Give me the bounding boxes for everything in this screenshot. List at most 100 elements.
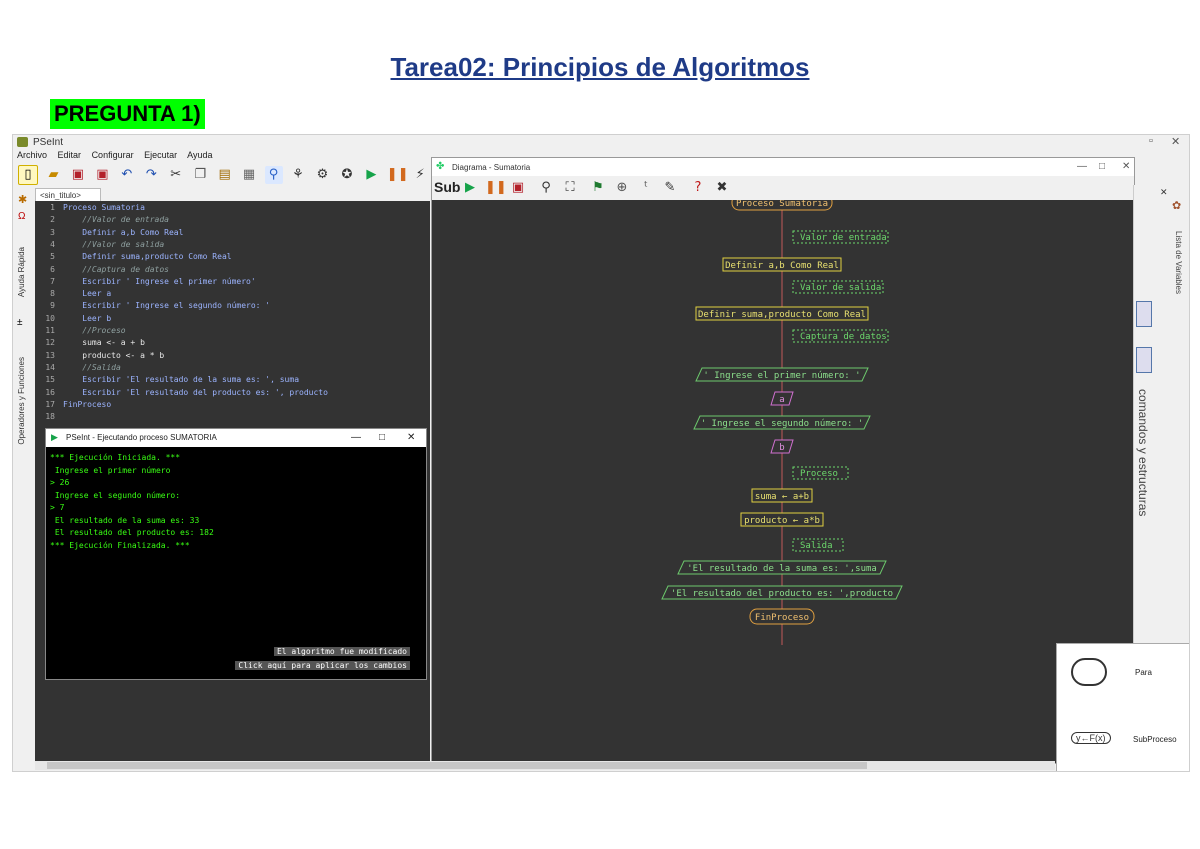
flowchart-canvas[interactable]: Proceso Sumatoria Valor de entrada Defin… [432,194,1134,763]
line-number: 3 [50,227,55,237]
flowchart-icon[interactable]: ⚡ [411,166,429,184]
execution-console[interactable]: ▶ PSeInt - Ejecutando proceso SUMATORIA … [45,428,427,680]
sub-button[interactable]: Sub [434,179,460,195]
code-line[interactable]: 7 Escribir ' Ingrese el primer número' [35,277,255,289]
code-line[interactable]: 2 //Valor de entrada [35,215,169,227]
para-label[interactable]: Para [1135,668,1152,677]
scrollbar-thumb[interactable] [47,762,867,769]
fc-save-icon[interactable]: ▣ [509,179,527,197]
pseint-screenshot: PSeInt ▫ ✕ Archivo Editar Configurar Eje… [12,134,1190,772]
code-line[interactable]: 8 Leer a [35,289,111,301]
step-icon[interactable]: ⚙ [313,166,331,184]
open-folder-icon[interactable]: ▰ [44,166,62,184]
menu-configurar[interactable]: Configurar [92,150,134,160]
fc-close-icon[interactable]: ✕ [1122,161,1130,172]
menu-archivo[interactable]: Archivo [17,150,47,160]
line-number: 6 [50,264,55,274]
code-line[interactable]: 18 [35,412,63,424]
question-label: PREGUNTA 1) [50,99,205,129]
fc-var-icon[interactable]: ⊕ [613,179,631,197]
variables-icon[interactable]: ✿ [1172,199,1181,212]
code-line[interactable]: 14 //Salida [35,362,120,375]
console-line: > 26 [50,478,70,487]
code-line[interactable]: 1 Proceso Sumatoria [35,203,145,215]
code-text: //Captura de datos [63,264,169,274]
code-line[interactable]: 3 Definir a,b Como Real [35,228,183,240]
paste-icon[interactable]: ▤ [216,166,234,184]
code-line[interactable]: 4 //Valor de salida [35,240,164,252]
indent-icon[interactable]: ⚘ [289,166,307,184]
subproceso-icon[interactable]: y←F(x) [1071,732,1111,744]
para-icon[interactable] [1071,658,1107,686]
subproceso-label[interactable]: SubProceso [1133,735,1177,744]
run-icon[interactable]: ▶ [362,166,380,184]
save-as-icon[interactable]: ▣ [93,166,111,184]
code-text: //Valor de salida [63,239,165,249]
operators-icon[interactable]: Ω [18,211,25,222]
close-icon[interactable]: ✕ [1171,135,1180,148]
read-b-text: b [779,443,784,453]
line-number: 10 [45,313,55,323]
code-line[interactable]: 13 producto <- a * b [35,351,164,363]
code-line[interactable]: 10 Leer b [35,314,111,326]
code-line[interactable]: 15 Escribir 'El resultado de la suma es:… [35,375,299,387]
commands-structures-label[interactable]: comandos y estructuras [1136,389,1150,516]
variables-label[interactable]: Lista de Variables [1174,231,1183,294]
console-close-icon[interactable]: ✕ [407,432,415,443]
fc-run-icon[interactable]: ▶ [461,179,479,197]
fc-layout-icon[interactable]: ⚑ [589,179,607,197]
flowchart-window[interactable]: ✤ Diagrama - Sumatoria — □ ✕ Sub ▶ ❚❚ ▣ … [431,157,1135,764]
code-line[interactable]: 16 Escribir 'El resultado del producto e… [35,388,328,400]
console-maximize-icon[interactable]: □ [379,432,385,443]
search-icon[interactable]: ⚲ [264,166,283,184]
menu-ayuda[interactable]: Ayuda [187,150,212,160]
menu-ejecutar[interactable]: Ejecutar [144,150,177,160]
fc-zoom-icon[interactable]: ⚲ [537,179,555,197]
save-icon[interactable]: ▣ [69,166,87,184]
fc-help-icon[interactable]: ? [689,179,707,197]
fc-fit-icon[interactable]: ⛶ [561,179,579,197]
new-file-icon[interactable]: ▯ [18,165,38,185]
code-line[interactable]: 12 suma <- a + b [35,338,145,350]
structure-icon-1[interactable] [1136,301,1152,327]
code-line[interactable]: 9 Escribir ' Ingrese el segundo número: … [35,301,270,313]
comment-capture-text: Captura de datos [800,332,887,342]
cut-icon[interactable]: ✂ [167,166,185,184]
flowchart-svg: Proceso Sumatoria Valor de entrada Defin… [661,194,903,645]
code-text: Leer b [63,313,112,323]
horizontal-scrollbar[interactable] [35,761,1055,770]
menu-editar[interactable]: Editar [58,150,82,160]
commands-legend: Para y←F(x) SubProceso [1056,643,1189,771]
operators-label[interactable]: Operadores y Funciones [17,357,26,445]
undo-icon[interactable]: ↶ [118,166,136,184]
fc-minimize-icon[interactable]: — [1077,161,1087,172]
apply-changes-link[interactable]: Click aquí para aplicar los cambios [235,661,410,670]
line-number: 4 [50,239,55,249]
maximize-icon[interactable]: ▫ [1149,135,1153,147]
code-line[interactable]: 11 //Proceso [35,326,125,338]
fc-close-tool-icon[interactable]: ✖ [713,179,731,197]
fc-edit-icon[interactable]: ✎ [661,179,679,197]
code-line[interactable]: 17 FinProceso [35,400,111,412]
panel-close-icon[interactable]: ✕ [1160,187,1168,198]
structure-icon-2[interactable] [1136,347,1152,373]
menu-bar: Archivo Editar Configurar Ejecutar Ayuda [17,150,221,164]
step-by-step-icon[interactable]: ❚❚ [387,166,409,184]
debug-icon[interactable]: ✪ [338,166,356,184]
plus-minus-icon[interactable]: ± [17,317,23,328]
comment-output-text: Valor de salida [800,283,881,293]
fc-text-icon[interactable]: ᵗ [637,179,655,197]
quick-help-icon[interactable]: ✱ [18,193,27,206]
code-line[interactable]: 6 //Captura de datos [35,265,169,277]
quick-help-label[interactable]: Ayuda Rápida [17,247,26,297]
fc-step-icon[interactable]: ❚❚ [485,179,507,197]
redo-icon[interactable]: ↷ [142,166,160,184]
app-icon [17,137,28,147]
copy-icon[interactable]: ❐ [191,166,209,184]
line-number: 14 [45,362,55,372]
fc-maximize-icon[interactable]: □ [1099,161,1105,172]
document-icon[interactable]: ▦ [240,166,258,184]
code-line[interactable]: 5 Definir suma,producto Como Real [35,252,231,264]
modified-notice: El algoritmo fue modificado [273,647,410,656]
console-minimize-icon[interactable]: — [351,432,361,443]
